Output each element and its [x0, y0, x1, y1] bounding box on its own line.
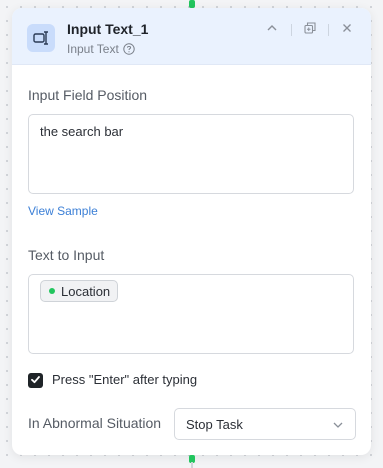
variable-chip[interactable]: Location — [40, 280, 119, 302]
duplicate-button[interactable] — [301, 21, 319, 39]
view-sample-link[interactable]: View Sample — [28, 204, 98, 218]
chevron-up-icon — [266, 21, 278, 39]
header-divider — [291, 24, 292, 36]
duplicate-icon — [304, 21, 316, 39]
press-enter-label[interactable]: Press "Enter" after typing — [52, 372, 197, 387]
variable-dot-icon — [49, 288, 55, 294]
abnormal-situation-label: In Abnormal Situation — [28, 415, 162, 431]
node-subtitle: Input Text — [67, 42, 135, 56]
input-field-position-textarea[interactable]: the search bar — [28, 114, 354, 194]
node-header: Input Text_1 Input Text — [12, 8, 371, 65]
chevron-down-icon — [332, 419, 344, 431]
text-to-input-textarea[interactable]: Location — [28, 274, 354, 354]
header-divider — [328, 24, 329, 36]
text-input-icon — [27, 24, 55, 52]
checkmark-icon — [30, 372, 41, 390]
press-enter-checkbox[interactable] — [28, 373, 43, 388]
node-type-label: Input Text — [67, 42, 119, 56]
abnormal-situation-value: Stop Task — [186, 417, 243, 432]
close-button[interactable] — [338, 21, 356, 39]
collapse-button[interactable] — [263, 21, 281, 39]
input-field-position-value: the search bar — [40, 124, 124, 139]
variable-chip-label: Location — [61, 283, 111, 299]
node-title: Input Text_1 — [67, 21, 149, 37]
help-circle-icon[interactable] — [123, 43, 135, 55]
input-text-node-panel: Input Text_1 Input Text Input Field Posi… — [12, 8, 371, 455]
top-connector-handle[interactable] — [189, 0, 195, 8]
close-icon — [341, 21, 353, 39]
connector-line — [191, 462, 193, 468]
text-to-input-label: Text to Input — [28, 247, 105, 263]
abnormal-situation-select[interactable]: Stop Task — [174, 408, 356, 440]
input-field-position-label: Input Field Position — [28, 87, 148, 103]
